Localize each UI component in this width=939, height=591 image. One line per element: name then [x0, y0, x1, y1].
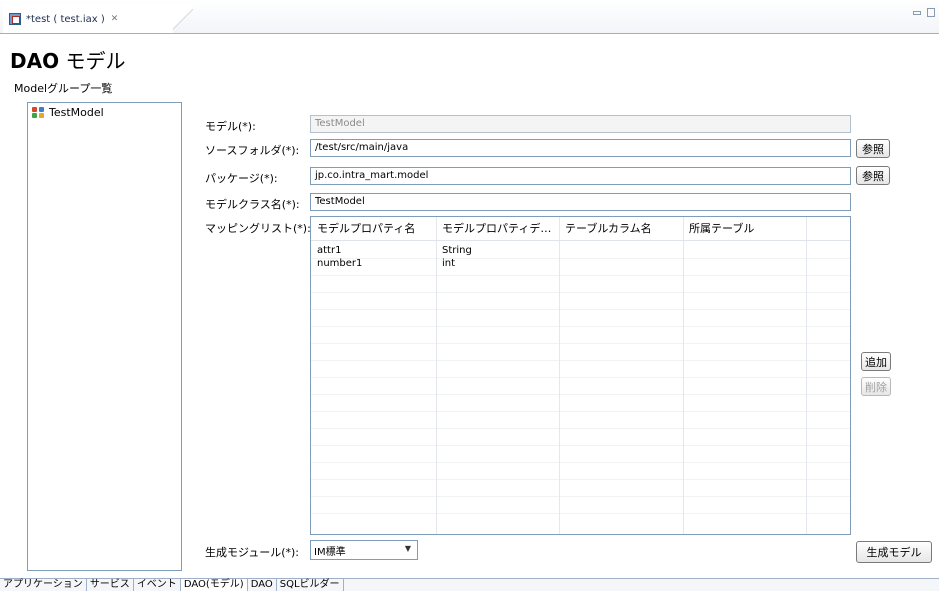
page-tabs: アプリケーション サービス イベント DAO(モデル) DAO SQLビルダー — [0, 578, 939, 591]
model-icon — [32, 106, 46, 119]
table-cell: String — [442, 245, 472, 256]
column-header[interactable]: テーブルカラム名 — [559, 217, 683, 241]
tab-dao-model[interactable]: DAO(モデル) — [180, 579, 248, 591]
file-icon — [9, 13, 21, 25]
close-icon[interactable]: ✕ — [111, 14, 119, 24]
page-title-rest: モデル — [59, 49, 126, 73]
maximize-icon[interactable] — [927, 8, 935, 17]
tab-application[interactable]: アプリケーション — [0, 579, 87, 591]
table-header: モデルプロパティ名 モデルプロパティデ… テーブルカラム名 所属テーブル — [311, 217, 850, 241]
list-item[interactable]: TestModel — [28, 103, 181, 122]
editor-tab[interactable]: *test ( test.iax ) ✕ — [3, 4, 193, 34]
package-field[interactable]: jp.co.intra_mart.model — [310, 167, 851, 185]
model-class-field[interactable]: TestModel — [310, 193, 851, 211]
model-group-list[interactable]: TestModel — [27, 102, 182, 571]
tab-sql-builder[interactable]: SQLビルダー — [277, 579, 344, 591]
column-header[interactable]: 所属テーブル — [683, 217, 806, 241]
column-header[interactable]: モデルプロパティデ… — [436, 217, 559, 241]
column-header[interactable]: モデルプロパティ名 — [311, 217, 436, 241]
package-browse-button[interactable]: 参照 — [856, 166, 890, 185]
chevron-down-icon[interactable]: ▼ — [405, 544, 411, 553]
source-folder-field[interactable]: /test/src/main/java — [310, 139, 851, 157]
module-select[interactable]: IM標準 ▼ — [310, 540, 418, 560]
window-controls — [913, 8, 935, 17]
list-item-label: TestModel — [49, 106, 104, 119]
module-select-value: IM標準 — [314, 547, 346, 558]
editor-tab-strip: *test ( test.iax ) ✕ — [0, 0, 939, 34]
delete-button: 削除 — [861, 377, 891, 396]
page-title: DAO モデル — [10, 45, 125, 74]
module-label: 生成モジュール(*): — [205, 546, 300, 559]
model-class-label: モデルクラス名(*): — [205, 198, 300, 211]
minimize-icon[interactable] — [913, 11, 921, 15]
mapping-table[interactable]: モデルプロパティ名 モデルプロパティデ… テーブルカラム名 所属テーブル att… — [310, 216, 851, 535]
package-label: パッケージ(*): — [205, 172, 278, 185]
source-folder-browse-button[interactable]: 参照 — [856, 139, 890, 158]
model-field: TestModel — [310, 115, 851, 133]
model-label: モデル(*): — [205, 120, 256, 133]
group-list-label: Modelグループ一覧 — [14, 82, 113, 95]
table-cell: int — [442, 258, 456, 269]
page-title-bold: DAO — [10, 49, 60, 73]
tab-service[interactable]: サービス — [87, 579, 134, 591]
table-cell: number1 — [317, 258, 363, 269]
editor-tab-title: *test ( test.iax ) — [26, 13, 105, 25]
table-cell: attr1 — [317, 245, 342, 256]
mapping-list-label: マッピングリスト(*): — [205, 222, 311, 235]
add-button[interactable]: 追加 — [861, 352, 891, 371]
tab-dao[interactable]: DAO — [248, 579, 277, 591]
source-folder-label: ソースフォルダ(*): — [205, 144, 300, 157]
generate-model-button[interactable]: 生成モデル — [856, 541, 932, 563]
tab-event[interactable]: イベント — [134, 579, 181, 591]
